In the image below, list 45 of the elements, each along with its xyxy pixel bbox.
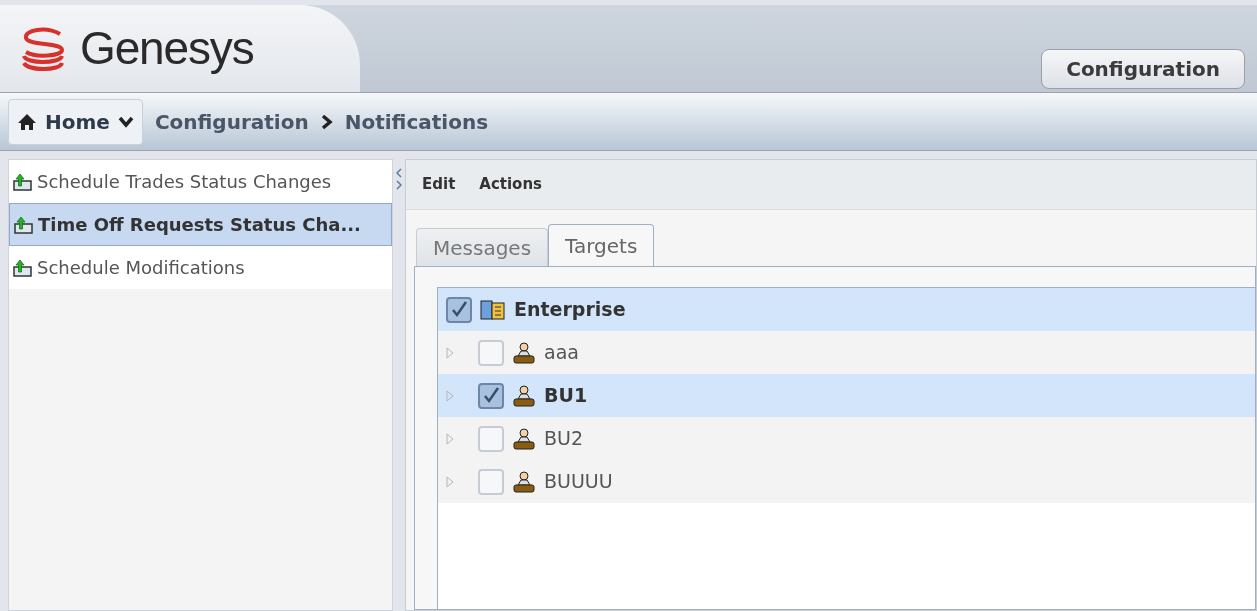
tree-label: BUUUU xyxy=(544,469,613,495)
sidebar-item[interactable]: Time Off Requests Status Cha... xyxy=(9,203,392,246)
tree-row[interactable]: aaa xyxy=(438,331,1255,374)
checkbox[interactable] xyxy=(478,425,504,452)
breadcrumb-link[interactable]: Configuration xyxy=(150,106,313,137)
tree-row[interactable]: Enterprise xyxy=(438,288,1255,331)
expand-arrow-icon[interactable] xyxy=(446,432,454,445)
menu-item[interactable]: Actions xyxy=(479,173,543,196)
tab[interactable]: Messages xyxy=(416,228,549,266)
person-at-desk-icon xyxy=(512,384,536,407)
checkbox[interactable] xyxy=(478,468,504,495)
tree-label: BU2 xyxy=(544,426,584,452)
checkbox[interactable] xyxy=(446,296,472,323)
sidebar-item[interactable]: Schedule Modifications xyxy=(9,246,392,289)
home-button[interactable]: Home xyxy=(8,98,143,145)
upload-tray-icon xyxy=(14,215,34,234)
upload-tray-icon xyxy=(13,172,33,191)
chevron-right-icon xyxy=(320,113,333,130)
upload-tray-icon xyxy=(13,258,33,277)
building-icon xyxy=(480,298,506,321)
tree-label: aaa xyxy=(544,340,579,366)
checkbox[interactable] xyxy=(478,382,504,409)
person-at-desk-icon xyxy=(512,341,536,364)
tree-row[interactable]: BU2 xyxy=(438,417,1255,460)
breadcrumb-current: Notifications xyxy=(343,108,490,136)
tab[interactable]: Targets xyxy=(548,224,655,266)
expand-arrow-icon[interactable] xyxy=(446,346,454,359)
check-icon xyxy=(450,300,468,319)
expand-arrow-icon[interactable] xyxy=(446,475,454,488)
tree-row[interactable]: BUUUU xyxy=(438,460,1255,503)
tree-row[interactable]: BU1 xyxy=(438,374,1255,417)
collapse-toggle-icon[interactable] xyxy=(396,167,402,191)
tree-label: BU1 xyxy=(544,383,588,409)
logo-text: Genesys xyxy=(80,21,254,76)
sidebar-item[interactable]: Schedule Trades Status Changes xyxy=(9,160,392,203)
tree-label: Enterprise xyxy=(514,297,626,323)
person-at-desk-icon xyxy=(512,470,536,493)
checkbox[interactable] xyxy=(478,339,504,366)
chevron-down-icon xyxy=(117,115,134,128)
module-button[interactable]: Configuration xyxy=(1041,49,1245,89)
check-icon xyxy=(482,386,500,405)
expand-arrow-icon[interactable] xyxy=(446,389,454,402)
menu-item[interactable]: Edit xyxy=(422,173,456,196)
person-at-desk-icon xyxy=(512,427,536,450)
home-icon xyxy=(17,112,37,131)
